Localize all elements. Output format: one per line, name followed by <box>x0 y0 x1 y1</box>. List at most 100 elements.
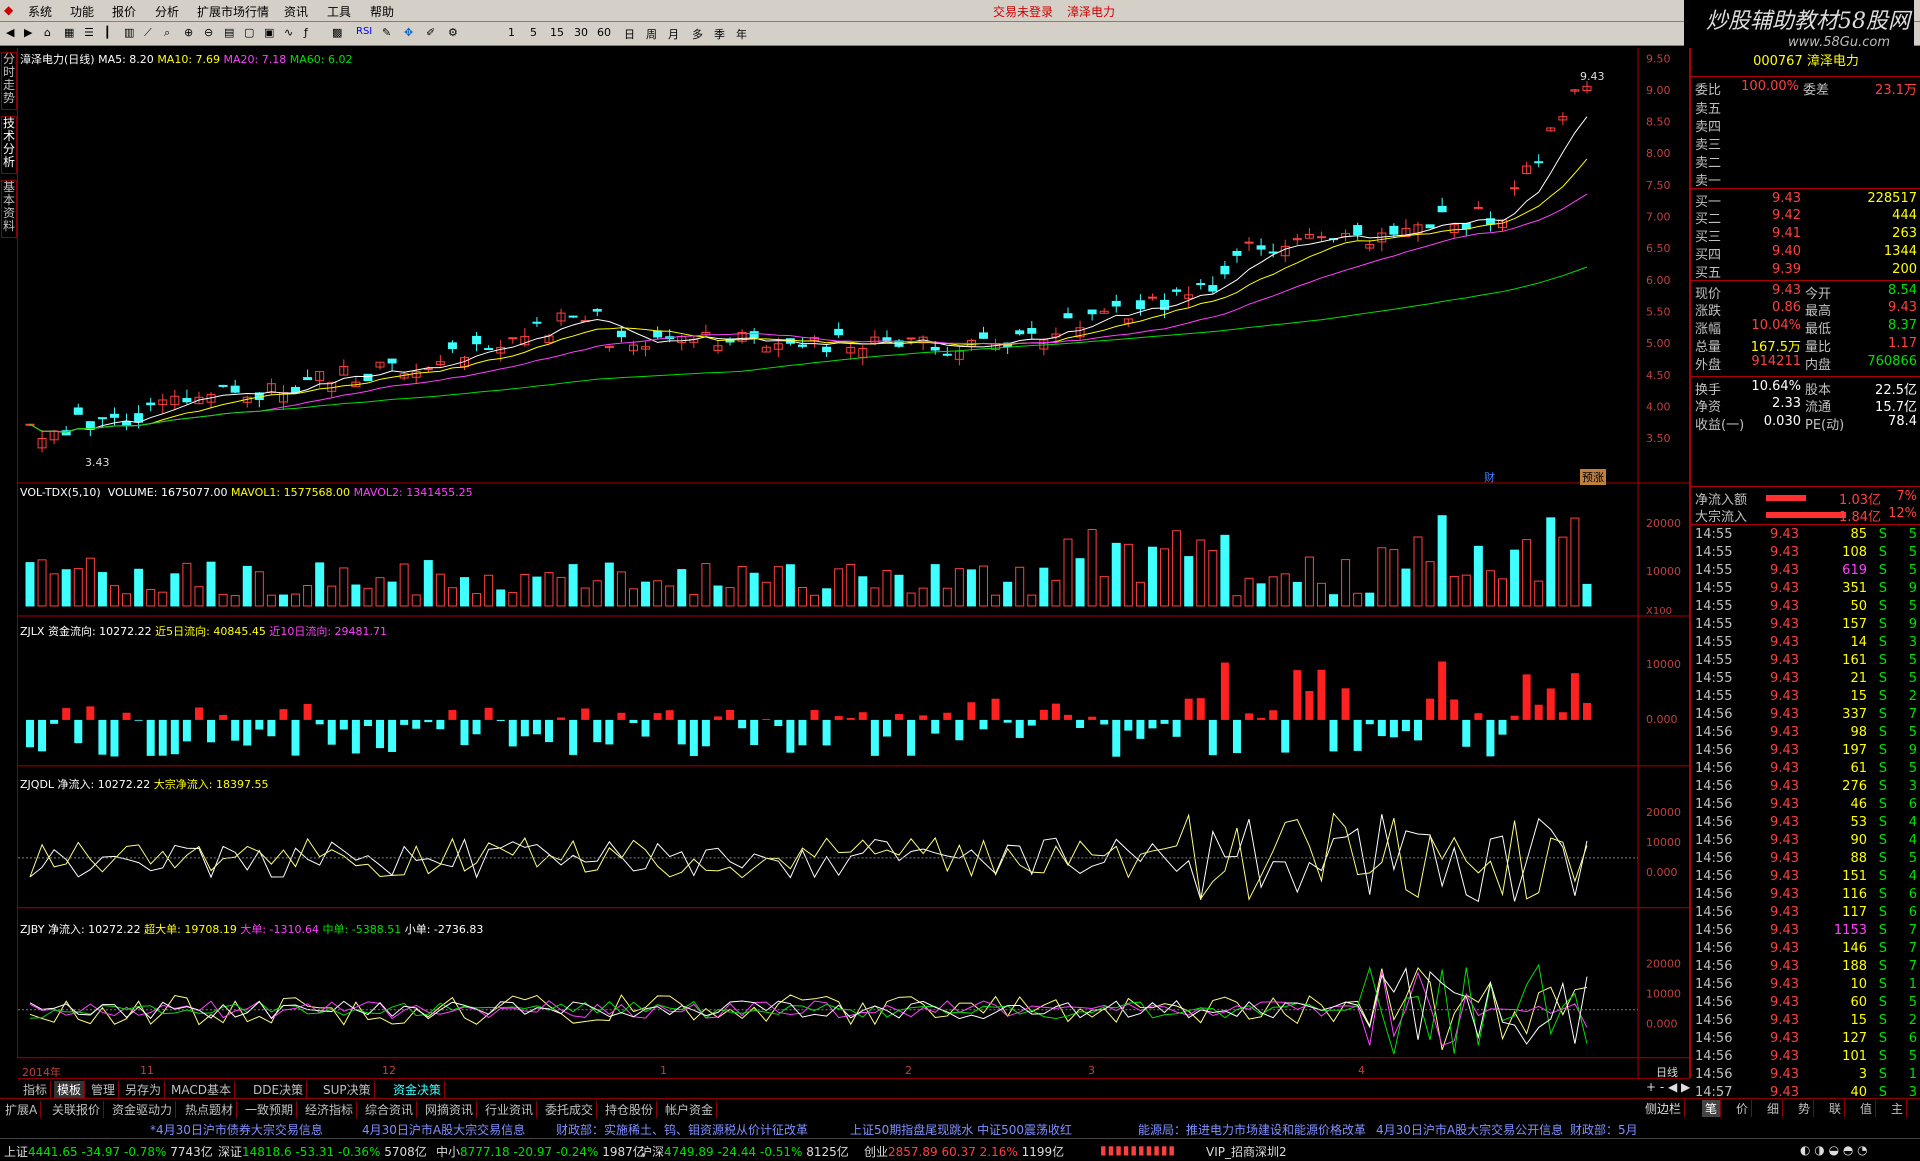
ext-tab[interactable]: 扩展A <box>2 1101 42 1118</box>
ext-tab[interactable]: 热点题材 <box>182 1101 238 1118</box>
ext-tab[interactable]: 网摘资讯 <box>422 1101 478 1118</box>
ext-tab[interactable]: 关联报价 <box>49 1101 105 1118</box>
period-year[interactable]: 年 <box>736 26 747 42</box>
line-chart-icon[interactable]: ⟋ <box>144 26 152 40</box>
home-icon[interactable]: ⌂ <box>44 26 51 39</box>
menu-ext-market[interactable]: 扩展市场行情 <box>197 3 269 20</box>
news-item[interactable]: 上证50期指盘尾现跳水 中证500震荡收红 <box>850 1121 1072 1138</box>
edit-icon[interactable]: ✐ <box>426 26 435 39</box>
period-5min[interactable]: 5 <box>530 26 537 39</box>
bid-row[interactable]: 买五 9.39 200 <box>1691 260 1920 281</box>
bid-row[interactable]: 买二 9.42 444 <box>1691 206 1920 227</box>
menu-function[interactable]: 功能 <box>70 3 94 20</box>
bottom-tab[interactable]: 管理 <box>88 1081 120 1098</box>
sidebar-toggle[interactable]: 侧边栏 <box>1642 1100 1686 1117</box>
ext-tab[interactable]: 一致预期 <box>242 1101 298 1118</box>
ext-tab[interactable]: 委托成交 <box>542 1101 598 1118</box>
ext-tab[interactable]: 综合资讯 <box>362 1101 418 1118</box>
rsi-icon[interactable]: RSI <box>356 26 372 37</box>
period-1min[interactable]: 1 <box>508 26 515 39</box>
ask-row: 卖三 <box>1691 132 1920 153</box>
indicator-icon[interactable]: ∿ <box>284 26 293 39</box>
volume-bar <box>532 576 542 607</box>
bottom-tab[interactable]: SUP决策 <box>320 1081 375 1098</box>
news-item[interactable]: 4月30日沪市A股大宗交易信息 <box>362 1121 525 1138</box>
right-tab[interactable]: 笔 <box>1702 1100 1722 1117</box>
period-60min[interactable]: 60 <box>597 26 611 39</box>
news-item[interactable]: *4月30日沪市债券大宗交易信息 <box>150 1121 323 1138</box>
formula-icon[interactable]: ƒ <box>304 26 308 39</box>
bottom-tab[interactable]: 模板 <box>54 1081 86 1098</box>
zoom-out-icon[interactable]: ⊖ <box>204 26 213 39</box>
draw-tool-icon[interactable]: ✎ <box>382 26 391 39</box>
index-quote[interactable]: 深证14818.6 -53.31 -0.36% 5708亿 <box>218 1143 427 1160</box>
ext-tab[interactable]: 帐户资金 <box>662 1101 718 1118</box>
bid-row[interactable]: 买四 9.40 1344 <box>1691 242 1920 263</box>
ext-tab[interactable]: 经济指标 <box>302 1101 358 1118</box>
ext-tab[interactable]: 资金驱动力 <box>109 1101 177 1118</box>
index-quote[interactable]: 上证4441.65 -34.97 -0.78% 7743亿 <box>4 1143 213 1160</box>
bid-row[interactable]: 买三 9.41 263 <box>1691 224 1920 245</box>
window-icon[interactable]: ▢ <box>244 26 254 39</box>
bottom-tab[interactable]: DDE决策 <box>250 1081 308 1098</box>
tick-list[interactable]: 14:55 9.43 85 S 5 14:55 9.43 108 S 5 14:55 9.43 619 S… <box>1691 524 1920 1118</box>
bottom-tab[interactable]: MACD基本 <box>168 1081 235 1098</box>
period-day[interactable]: 日 <box>624 26 635 42</box>
calendar-icon[interactable]: ▤ <box>224 26 234 39</box>
candle-icon[interactable]: ┃ <box>104 26 111 39</box>
right-tab[interactable]: 细 <box>1764 1100 1784 1117</box>
login-status[interactable]: 交易未登录 <box>993 3 1053 20</box>
fund-flow-bar <box>460 719 469 746</box>
right-tab[interactable]: 势 <box>1795 1100 1815 1117</box>
period-season[interactable]: 季 <box>714 26 725 42</box>
period-15min[interactable]: 15 <box>550 26 564 39</box>
bar-chart-icon[interactable]: ▥ <box>124 26 134 39</box>
right-tab[interactable]: 主 <box>1888 1100 1908 1117</box>
period-30min[interactable]: 30 <box>574 26 588 39</box>
tab-technical[interactable]: 技术分析 <box>1 116 17 174</box>
ext-tab[interactable]: 行业资讯 <box>482 1101 538 1118</box>
tick-price: 9.43 <box>1770 869 1799 884</box>
bottom-tab[interactable]: 指标 <box>20 1081 52 1098</box>
period-month[interactable]: 月 <box>668 26 679 42</box>
move-icon[interactable]: ✥ <box>404 26 413 39</box>
menu-system[interactable]: 系统 <box>28 3 52 20</box>
bid-row[interactable]: 买一 9.43 228517 <box>1691 188 1920 210</box>
menu-analysis[interactable]: 分析 <box>155 3 179 20</box>
menu-help[interactable]: 帮助 <box>370 3 394 20</box>
period-multi[interactable]: 多 <box>692 26 703 42</box>
zoom-controls[interactable]: + - ◀ ▶ <box>1646 1080 1690 1094</box>
news-item[interactable]: 财政部：5月 <box>1570 1121 1638 1138</box>
zoom-in-icon[interactable]: ⊕ <box>184 26 193 39</box>
news-item[interactable]: 财政部：实施稀土、钨、钼资源税从价计征改革 <box>556 1121 808 1138</box>
zjby-title: ZJBY <box>20 923 45 936</box>
grid-icon[interactable]: ▦ <box>64 26 74 39</box>
index-quote[interactable]: 创业2857.89 60.37 2.16% 1199亿 <box>864 1143 1064 1160</box>
tab-intraday[interactable]: 分时走势 <box>1 52 17 110</box>
search-icon[interactable]: ⌕ <box>164 26 170 40</box>
right-tab[interactable]: 价 <box>1733 1100 1753 1117</box>
right-tab[interactable]: 值 <box>1857 1100 1877 1117</box>
menu-tools[interactable]: 工具 <box>327 3 351 20</box>
back-icon[interactable]: ◀ <box>6 26 14 39</box>
badge-finance[interactable]: 财 <box>1484 469 1495 485</box>
tab-fundamental[interactable]: 基本资料 <box>1 180 17 238</box>
badge-forecast[interactable]: 预涨 <box>1580 469 1606 485</box>
forward-icon[interactable]: ▶ <box>24 26 32 39</box>
option-icon[interactable]: ⚙ <box>448 26 458 39</box>
period-week[interactable]: 周 <box>646 26 657 42</box>
bottom-tab[interactable]: 另存为 <box>122 1081 166 1098</box>
ext-tab[interactable]: 持仓股份 <box>602 1101 658 1118</box>
menu-quote[interactable]: 报价 <box>112 3 136 20</box>
news-item[interactable]: 4月30日沪市A股大宗交易公开信息 <box>1376 1121 1563 1138</box>
chart-type-icon[interactable]: ▩ <box>332 26 342 39</box>
bottom-tab[interactable]: 资金决策 <box>390 1081 446 1098</box>
fund-flow-bar <box>1148 719 1157 729</box>
news-item[interactable]: 能源局：推进电力市场建设和能源价格改革 <box>1138 1121 1366 1138</box>
index-quote[interactable]: 中小8777.18 -20.97 -0.24% 1987亿 <box>436 1143 645 1160</box>
menu-news[interactable]: 资讯 <box>284 3 308 20</box>
layout-icon[interactable]: ▣ <box>264 26 274 39</box>
index-quote[interactable]: 沪深4749.89 -24.44 -0.51% 8125亿 <box>640 1143 849 1160</box>
list-icon[interactable]: ☰ <box>84 26 94 39</box>
right-tab[interactable]: 联 <box>1826 1100 1846 1117</box>
